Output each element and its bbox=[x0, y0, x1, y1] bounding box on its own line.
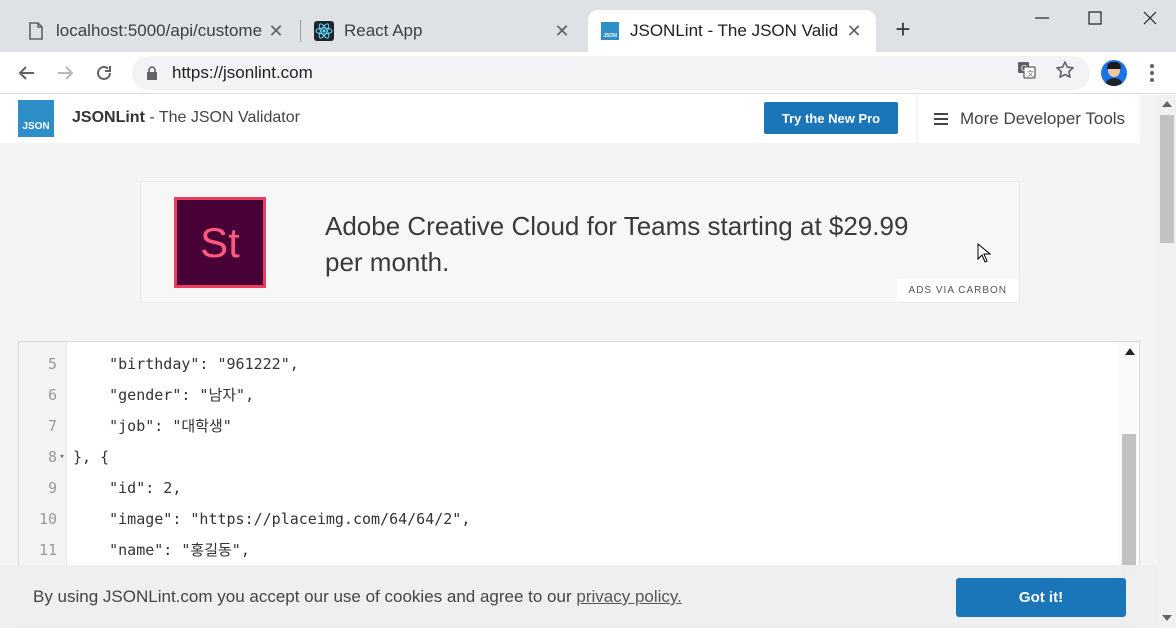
minimize-icon[interactable] bbox=[1022, 4, 1062, 32]
code-line: 10 "image": "https://placeimg.com/64/64/… bbox=[38, 509, 471, 528]
brand-name: JSONLint bbox=[72, 109, 145, 126]
code-line: 8 ▾ }, { bbox=[47, 447, 110, 466]
close-tab-icon[interactable]: ✕ bbox=[552, 21, 572, 42]
forward-icon[interactable] bbox=[50, 58, 80, 88]
back-icon[interactable] bbox=[12, 58, 42, 88]
react-icon bbox=[314, 21, 334, 41]
maximize-icon[interactable] bbox=[1075, 4, 1115, 32]
chrome-menu-icon[interactable] bbox=[1140, 58, 1164, 88]
carbon-ad[interactable]: St Adobe Creative Cloud for Teams starti… bbox=[140, 181, 1020, 303]
tab-react-app[interactable]: React App ✕ bbox=[302, 10, 584, 52]
cookie-banner: By using JSONLint.com you accept our use… bbox=[0, 565, 1158, 628]
tab-title: localhost:5000/api/custome bbox=[56, 21, 263, 40]
reload-icon[interactable] bbox=[89, 58, 119, 88]
more-tools-label: More Developer Tools bbox=[960, 109, 1126, 128]
cookie-text: By using JSONLint.com you accept our use… bbox=[33, 587, 572, 606]
profile-avatar[interactable] bbox=[1101, 60, 1127, 86]
page-content: JSON JSONLint - The JSON Validator Try t… bbox=[0, 95, 1158, 628]
lock-icon bbox=[146, 65, 160, 81]
jsonlint-icon: JSON bbox=[600, 21, 620, 41]
translate-icon[interactable]: G文 bbox=[1016, 59, 1038, 81]
tab-strip: localhost:5000/api/custome ✕ React App ✕… bbox=[0, 0, 1176, 52]
code-line: 7 "job": "대학생" bbox=[47, 416, 232, 436]
browser-toolbar: https://jsonlint.com G文 bbox=[0, 52, 1176, 94]
tab-jsonlint[interactable]: JSON JSONLint - The JSON Valid ✕ bbox=[588, 10, 876, 52]
scroll-down-icon[interactable] bbox=[1162, 615, 1172, 621]
mouse-cursor-icon bbox=[977, 242, 992, 268]
window-close-icon[interactable] bbox=[1130, 4, 1170, 32]
page-scrollbar[interactable] bbox=[1158, 95, 1176, 628]
got-it-button[interactable]: Got it! bbox=[956, 578, 1126, 617]
more-developer-tools-menu[interactable]: More Developer Tools bbox=[918, 95, 1140, 143]
code-line: 5 "birthday": "961222", bbox=[47, 354, 299, 373]
scroll-up-icon[interactable] bbox=[1125, 348, 1135, 355]
address-bar[interactable]: https://jsonlint.com bbox=[132, 56, 1090, 90]
ads-via-carbon-label[interactable]: ADS VIA CARBON bbox=[896, 279, 1019, 302]
try-pro-button[interactable]: Try the New Pro bbox=[764, 102, 898, 134]
adobe-stock-logo[interactable]: St bbox=[174, 197, 266, 288]
url-text: https://jsonlint.com bbox=[172, 63, 313, 82]
brand-tagline: - The JSON Validator bbox=[149, 109, 300, 126]
scroll-up-icon[interactable] bbox=[1162, 101, 1172, 107]
cookie-message: By using JSONLint.com you accept our use… bbox=[33, 587, 682, 607]
jsonlint-logo[interactable]: JSON bbox=[18, 100, 54, 137]
bookmark-star-icon[interactable] bbox=[1054, 59, 1076, 81]
page-icon bbox=[26, 21, 46, 41]
tab-title: JSONLint - The JSON Valid bbox=[630, 21, 839, 40]
code-line: 9 "id": 2, bbox=[47, 478, 182, 497]
new-tab-button[interactable]: + bbox=[888, 14, 918, 44]
code-line: 6 "gender": "남자", bbox=[47, 385, 255, 405]
tab-divider bbox=[300, 20, 301, 42]
privacy-policy-link[interactable]: privacy policy. bbox=[576, 587, 682, 606]
tab-localhost[interactable]: localhost:5000/api/custome ✕ bbox=[14, 10, 298, 52]
brand-title: JSONLint - The JSON Validator bbox=[72, 109, 300, 127]
editor-scroll-thumb[interactable] bbox=[1122, 434, 1136, 574]
site-header: JSON JSONLint - The JSON Validator Try t… bbox=[0, 95, 916, 143]
code-line: 11 "name": "홍길동", bbox=[38, 540, 250, 560]
svg-text:文: 文 bbox=[1027, 69, 1034, 78]
fold-toggle-icon[interactable]: ▾ bbox=[57, 452, 67, 462]
close-tab-icon[interactable]: ✕ bbox=[844, 21, 864, 42]
hamburger-icon bbox=[934, 113, 948, 125]
ad-text[interactable]: Adobe Creative Cloud for Teams starting … bbox=[325, 208, 945, 280]
page-scroll-thumb[interactable] bbox=[1160, 115, 1174, 243]
tab-title: React App bbox=[344, 21, 423, 40]
svg-text:JSON: JSON bbox=[603, 33, 617, 39]
close-tab-icon[interactable]: ✕ bbox=[266, 21, 286, 42]
